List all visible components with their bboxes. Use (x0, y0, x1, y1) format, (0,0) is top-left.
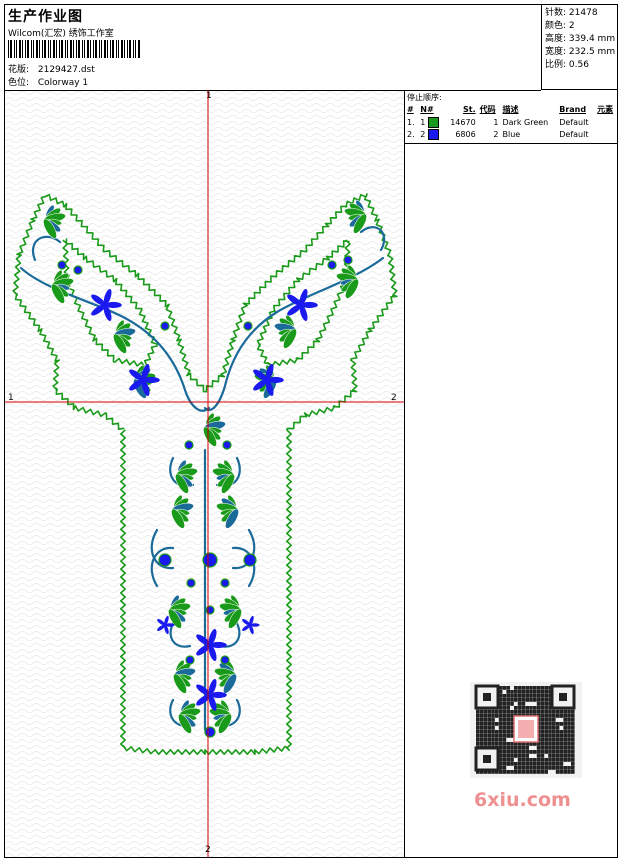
scale-row: 比例: 0.56 (545, 59, 617, 72)
design-file-label: 花版: (8, 65, 30, 75)
header: 生产作业图 Wilcom(汇宏) 绣饰工作室 花版: 2129427.dst 色… (5, 5, 541, 91)
colorway-row: 色位: Colorway 1 (8, 75, 88, 88)
row-index: 2. (407, 129, 415, 139)
col-stitches: St. (463, 105, 476, 114)
row-code: 1 (493, 117, 499, 127)
scale-value: 0.56 (568, 60, 589, 70)
height-row: 高度: 339.4 mm (545, 33, 617, 46)
row-description: Dark Green (502, 117, 549, 127)
height-label: 高度: (545, 34, 567, 44)
width-row: 宽度: 232.5 mm (545, 46, 617, 59)
row-needle: 1 (420, 117, 426, 127)
design-file-row: 花版: 2129427.dst (8, 62, 95, 75)
row-element (595, 116, 618, 128)
color-count-label: 颜色: (545, 21, 567, 31)
axis-bottom-label: 2 (205, 845, 211, 855)
design-preview: 1 1 2 2 (5, 90, 404, 857)
colorway-label: 色位: (8, 78, 30, 88)
height-value: 339.4 mm (568, 34, 616, 44)
row-stitches: 14670 (450, 117, 476, 127)
qr-code-image (470, 682, 582, 778)
design-stats: 针数: 21478 颜色: 2 高度: 339.4 mm 宽度: 232.5 m… (541, 5, 617, 90)
table-row: 2. 2 6806 2 Blue Default (405, 128, 618, 140)
color-swatch (427, 116, 439, 128)
stop-sequence-table: # N# St. 代码 描述 Brand 元素 1. 1 14670 1 Dar… (405, 103, 618, 140)
row-brand: Default (559, 117, 589, 127)
col-description: 描述 (502, 105, 519, 114)
col-needle: N# (420, 105, 434, 114)
stop-sequence-header-row: # N# St. 代码 描述 Brand 元素 (405, 103, 618, 116)
stop-sequence-divider (405, 143, 618, 144)
color-swatch (427, 128, 439, 140)
site-logo: 6xiu.com (474, 789, 571, 811)
row-stitches: 6806 (455, 129, 476, 139)
col-code: 代码 (479, 105, 496, 114)
color-count-value: 2 (568, 21, 575, 31)
width-label: 宽度: (545, 47, 567, 57)
colorway-value: Colorway 1 (37, 78, 89, 88)
scale-label: 比例: (545, 60, 567, 70)
embroidery-preview (5, 90, 404, 857)
stitch-count-label: 针数: (545, 8, 567, 18)
table-row: 1. 1 14670 1 Dark Green Default (405, 116, 618, 128)
row-needle-cell: 1 (418, 116, 444, 128)
col-index: # (407, 105, 414, 114)
stitch-count-row: 针数: 21478 (545, 7, 617, 20)
company-name: Wilcom(汇宏) 绣饰工作室 (8, 29, 114, 39)
color-count-row: 颜色: 2 (545, 20, 617, 33)
axis-left-label: 1 (8, 393, 14, 403)
col-element: 元素 (597, 105, 614, 114)
row-brand: Default (559, 129, 589, 139)
row-needle-cell: 2 (418, 128, 444, 140)
row-element (595, 128, 618, 140)
stop-sequence-title: 停止顺序: (407, 93, 442, 102)
barcode-image (8, 40, 140, 58)
page-title: 生产作业图 (8, 9, 83, 25)
row-needle: 2 (420, 129, 426, 139)
row-index: 1. (407, 117, 415, 127)
axis-top-label: 1 (206, 91, 212, 101)
width-value: 232.5 mm (568, 47, 616, 57)
stitch-count-value: 21478 (568, 8, 598, 18)
design-file-value: 2129427.dst (37, 65, 95, 75)
row-code: 2 (493, 129, 499, 139)
axis-right-label: 2 (391, 393, 397, 403)
col-brand: Brand (559, 105, 587, 114)
row-description: Blue (502, 129, 521, 139)
